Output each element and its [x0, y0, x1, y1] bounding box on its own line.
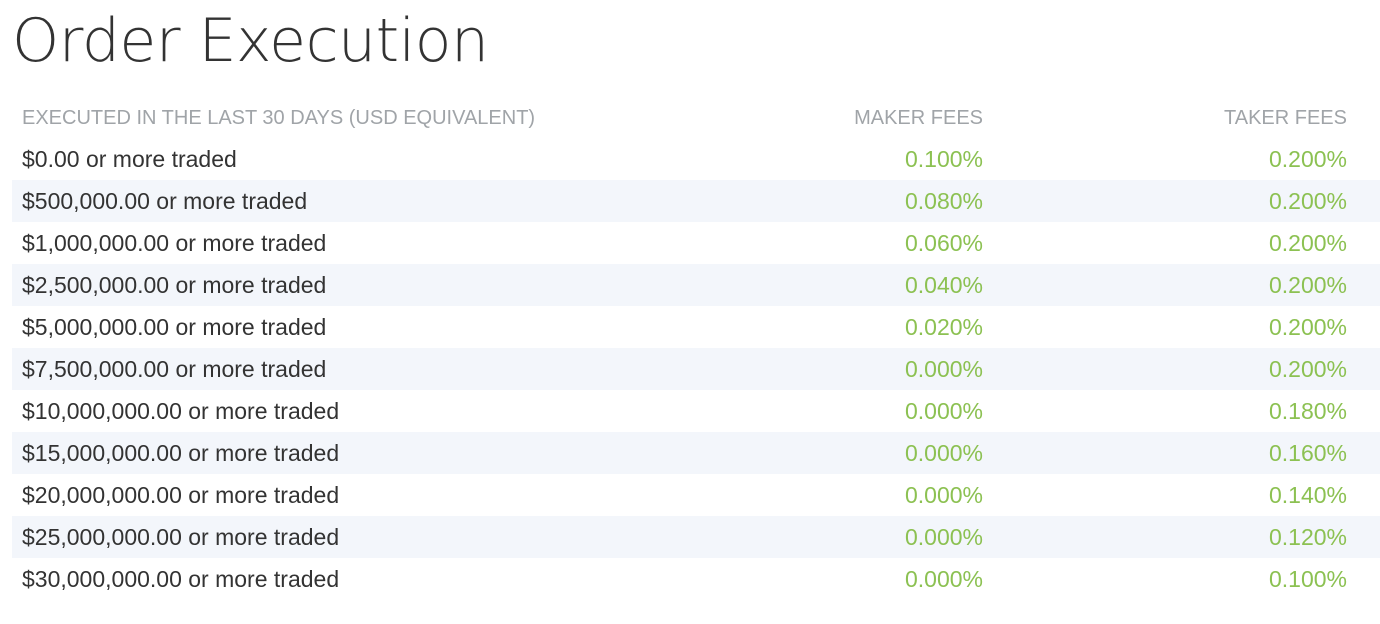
table-row: $2,500,000.00 or more traded 0.040% 0.20… [12, 264, 1380, 306]
column-header-volume: EXECUTED IN THE LAST 30 DAYS (USD EQUIVA… [22, 106, 536, 129]
table-row: $1,000,000.00 or more traded 0.060% 0.20… [12, 222, 1380, 264]
taker-fee-cell: 0.180% [1268, 397, 1347, 424]
maker-fee-cell: 0.100% [904, 145, 983, 172]
row-spacer [1347, 222, 1380, 264]
table-row: $25,000,000.00 or more traded 0.000% 0.1… [12, 516, 1380, 558]
volume-tier-cell: $15,000,000.00 or more traded [12, 432, 782, 474]
taker-fee-cell: 0.200% [1268, 229, 1347, 256]
taker-fee-cell: 0.200% [983, 264, 1347, 306]
taker-fee-cell: 0.200% [1268, 313, 1347, 340]
volume-tier-cell: $500,000.00 or more traded [12, 180, 782, 222]
maker-fee-cell: 0.000% [782, 516, 983, 558]
taker-fee-cell: 0.100% [1268, 565, 1347, 592]
table-row: $500,000.00 or more traded 0.080% 0.200% [12, 180, 1380, 222]
volume-tier-cell: $30,000,000.00 or more traded [22, 565, 340, 592]
column-header-taker-fees: TAKER FEES [1224, 106, 1347, 129]
row-spacer [1347, 390, 1380, 432]
table-row: $5,000,000.00 or more traded 0.020% 0.20… [12, 306, 1380, 348]
taker-fee-cell: 0.140% [1268, 481, 1347, 508]
table-row: $0.00 or more traded 0.100% 0.200% [12, 138, 1380, 180]
row-spacer [1347, 558, 1380, 600]
maker-fee-cell: 0.060% [904, 229, 983, 256]
row-spacer [1347, 516, 1380, 558]
row-spacer [1347, 348, 1380, 390]
taker-fee-cell: 0.160% [983, 432, 1347, 474]
volume-tier-cell: $20,000,000.00 or more traded [22, 481, 340, 508]
volume-tier-cell: $2,500,000.00 or more traded [12, 264, 782, 306]
taker-fee-cell: 0.120% [983, 516, 1347, 558]
row-spacer [1347, 264, 1380, 306]
row-spacer [1347, 138, 1380, 180]
maker-fee-cell: 0.040% [782, 264, 983, 306]
row-spacer [1347, 180, 1380, 222]
table-row: $15,000,000.00 or more traded 0.000% 0.1… [12, 432, 1380, 474]
row-spacer [1347, 432, 1380, 474]
maker-fee-cell: 0.000% [782, 432, 983, 474]
table-row: $30,000,000.00 or more traded 0.000% 0.1… [12, 558, 1380, 600]
volume-tier-cell: $25,000,000.00 or more traded [12, 516, 782, 558]
volume-tier-cell: $1,000,000.00 or more traded [22, 229, 327, 256]
column-spacer [1347, 98, 1380, 138]
row-spacer [1347, 306, 1380, 348]
maker-fee-cell: 0.000% [782, 348, 983, 390]
page-title: Order Execution [12, 6, 489, 76]
fee-table-header: EXECUTED IN THE LAST 30 DAYS (USD EQUIVA… [12, 98, 1380, 138]
maker-fee-cell: 0.000% [904, 397, 983, 424]
table-row: $7,500,000.00 or more traded 0.000% 0.20… [12, 348, 1380, 390]
volume-tier-cell: $10,000,000.00 or more traded [22, 397, 340, 424]
volume-tier-cell: $5,000,000.00 or more traded [22, 313, 327, 340]
maker-fee-cell: 0.020% [904, 313, 983, 340]
column-header-maker-fees: MAKER FEES [854, 106, 983, 129]
taker-fee-cell: 0.200% [983, 180, 1347, 222]
header-row: EXECUTED IN THE LAST 30 DAYS (USD EQUIVA… [12, 98, 1380, 138]
maker-fee-cell: 0.000% [904, 565, 983, 592]
taker-fee-cell: 0.200% [983, 348, 1347, 390]
volume-tier-cell: $0.00 or more traded [22, 145, 237, 172]
fee-schedule-table: EXECUTED IN THE LAST 30 DAYS (USD EQUIVA… [12, 98, 1380, 600]
table-row: $10,000,000.00 or more traded 0.000% 0.1… [12, 390, 1380, 432]
volume-tier-cell: $7,500,000.00 or more traded [12, 348, 782, 390]
table-row: $20,000,000.00 or more traded 0.000% 0.1… [12, 474, 1380, 516]
row-spacer [1347, 474, 1380, 516]
maker-fee-cell: 0.080% [782, 180, 983, 222]
maker-fee-cell: 0.000% [904, 481, 983, 508]
fee-table-body: $0.00 or more traded 0.100% 0.200% $500,… [12, 138, 1380, 600]
taker-fee-cell: 0.200% [1268, 145, 1347, 172]
